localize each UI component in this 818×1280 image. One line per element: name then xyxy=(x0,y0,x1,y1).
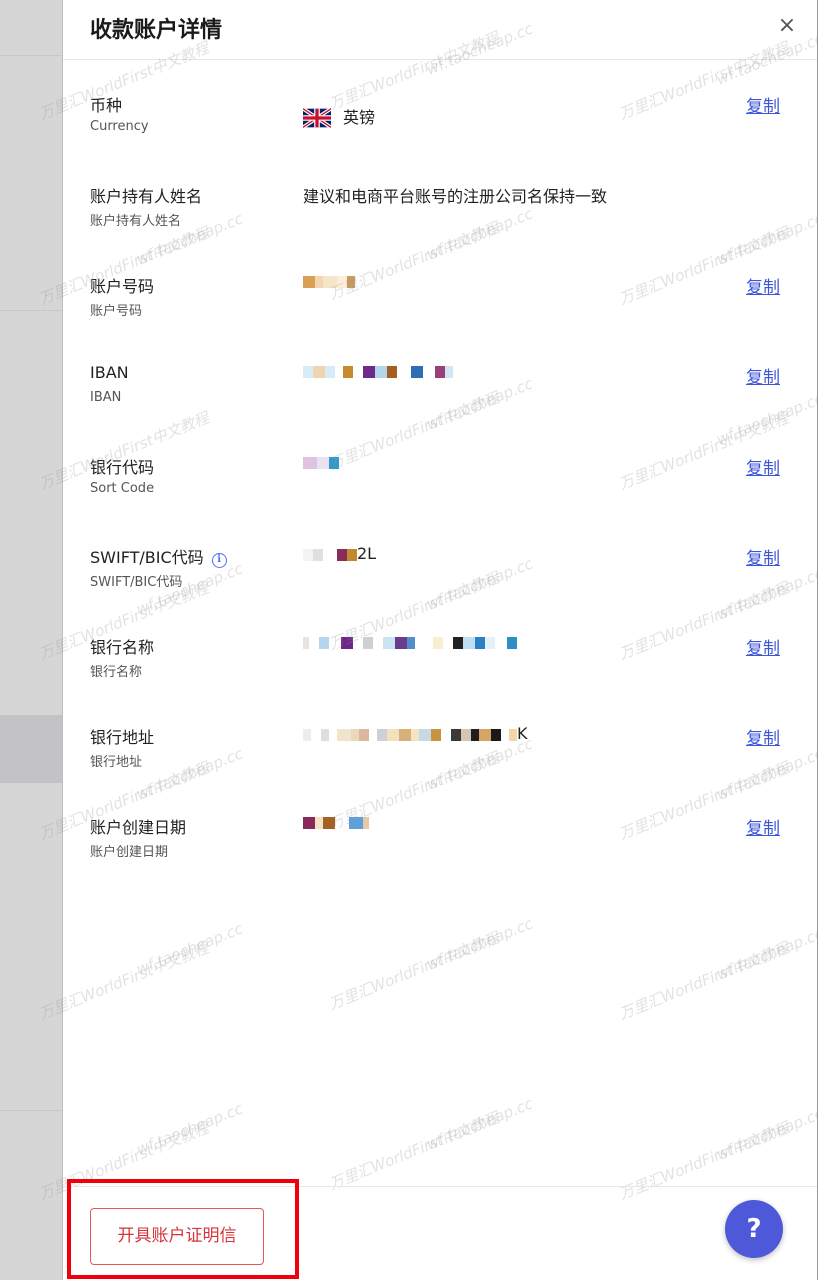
bank-address-value-visible: K xyxy=(517,724,528,743)
row-label: 银行名称 xyxy=(90,638,155,657)
copy-button-bank-name[interactable]: 复制 xyxy=(746,634,780,659)
row-label: 账户持有人姓名 xyxy=(90,187,203,206)
highlight-annotation-box xyxy=(67,1179,299,1279)
swift-label-text: SWIFT/BIC代码 xyxy=(90,548,204,567)
drawer-footer: 开具账户证明信 ? xyxy=(63,1179,817,1280)
row-sublabel: 银行地址 xyxy=(90,755,143,770)
help-icon[interactable]: ? xyxy=(725,1200,783,1258)
watermark-text: 万里汇WorldFirst中文教程 xyxy=(326,928,502,1014)
drawer-header: 收款账户详情 × xyxy=(63,0,817,60)
row-account-number: 账户号码 账户号码 复制 xyxy=(63,273,817,353)
watermark-url: wf.taocheap.cc xyxy=(423,914,536,974)
backdrop-highlight-row xyxy=(0,715,62,783)
row-sublabel: 账户创建日期 xyxy=(90,845,169,860)
row-bank-address: 银行地址 银行地址 K 复制 xyxy=(63,724,817,804)
watermark-url: wf.taocheap.cc xyxy=(423,1094,536,1154)
row-sublabel: IBAN xyxy=(90,390,122,405)
bank-name-value-redacted xyxy=(303,632,517,651)
watermark-url: wf.taocheap.cc xyxy=(133,1099,246,1159)
watermark-url: wf.taocheap.cc xyxy=(713,924,818,984)
backdrop-divider xyxy=(0,1110,62,1111)
copy-button-creation-date[interactable]: 复制 xyxy=(746,814,780,839)
row-iban: IBAN IBAN 复制 xyxy=(63,363,817,443)
currency-name: 英镑 xyxy=(343,108,376,127)
account-holder-value: 建议和电商平台账号的注册公司名保持一致 xyxy=(303,187,608,206)
close-icon[interactable]: × xyxy=(775,14,799,38)
row-swift-bic: SWIFT/BIC代码 i SWIFT/BIC代码 2L 复制 xyxy=(63,544,817,624)
info-icon[interactable]: i xyxy=(211,553,227,568)
swift-value-visible: 2L xyxy=(357,544,377,563)
row-sublabel: SWIFT/BIC代码 xyxy=(90,575,183,590)
row-sublabel: 账户持有人姓名 xyxy=(90,214,182,229)
row-label: 银行地址 xyxy=(90,728,155,747)
row-label: 账户号码 xyxy=(90,277,155,296)
row-account-creation-date: 账户创建日期 账户创建日期 复制 xyxy=(63,814,817,894)
copy-button-iban[interactable]: 复制 xyxy=(746,363,780,388)
copy-button-account-number[interactable]: 复制 xyxy=(746,273,780,298)
iban-value-redacted xyxy=(303,361,453,380)
row-label: 币种 xyxy=(90,96,123,115)
watermark-text: 万里汇WorldFirst中文教程 xyxy=(36,938,212,1024)
row-sort-code: 银行代码 Sort Code 复制 xyxy=(63,454,817,534)
copy-button-bank-address[interactable]: 复制 xyxy=(746,724,780,749)
row-sublabel: Sort Code xyxy=(90,481,155,496)
uk-flag-icon xyxy=(303,108,331,128)
row-account-holder-name: 账户持有人姓名 账户持有人姓名 建议和电商平台账号的注册公司名保持一致 xyxy=(63,183,817,263)
backdrop-divider xyxy=(0,310,62,311)
drawer-title: 收款账户详情 xyxy=(90,18,223,43)
watermark-url: wf.taocheap.cc xyxy=(713,1104,818,1164)
copy-button-sort-code[interactable]: 复制 xyxy=(746,454,780,479)
sort-code-value-redacted xyxy=(303,452,339,471)
row-label: SWIFT/BIC代码 i xyxy=(90,544,227,568)
backdrop-divider xyxy=(0,55,62,56)
row-label: IBAN xyxy=(90,363,129,382)
currency-value: 英镑 xyxy=(303,104,375,128)
copy-button-swift[interactable]: 复制 xyxy=(746,544,780,569)
row-bank-name: 银行名称 银行名称 复制 xyxy=(63,634,817,714)
row-sublabel: 账户号码 xyxy=(90,304,143,319)
row-label: 银行代码 xyxy=(90,458,155,477)
watermark-text: 万里汇WorldFirst中文教程 xyxy=(326,1108,502,1194)
row-label: 账户创建日期 xyxy=(90,818,187,837)
creation-date-value-redacted xyxy=(303,812,369,831)
watermark-text: 万里汇WorldFirst中文教程 xyxy=(616,938,792,1024)
row-sublabel: 银行名称 xyxy=(90,665,143,680)
account-number-value-redacted xyxy=(303,271,355,290)
copy-button-currency[interactable]: 复制 xyxy=(746,92,780,117)
receiving-account-details-drawer: 收款账户详情 × 币种 Currency 英镑 复制 账户持有人姓名 账户持有人… xyxy=(36,0,818,1280)
swift-value-redacted: 2L xyxy=(303,544,376,563)
page-backdrop xyxy=(0,0,62,1280)
bank-address-value-redacted: K xyxy=(303,724,528,743)
row-sublabel: Currency xyxy=(90,119,149,134)
row-currency: 币种 Currency 英镑 复制 xyxy=(63,92,817,172)
watermark-url: wf.taocheap.cc xyxy=(133,919,246,979)
